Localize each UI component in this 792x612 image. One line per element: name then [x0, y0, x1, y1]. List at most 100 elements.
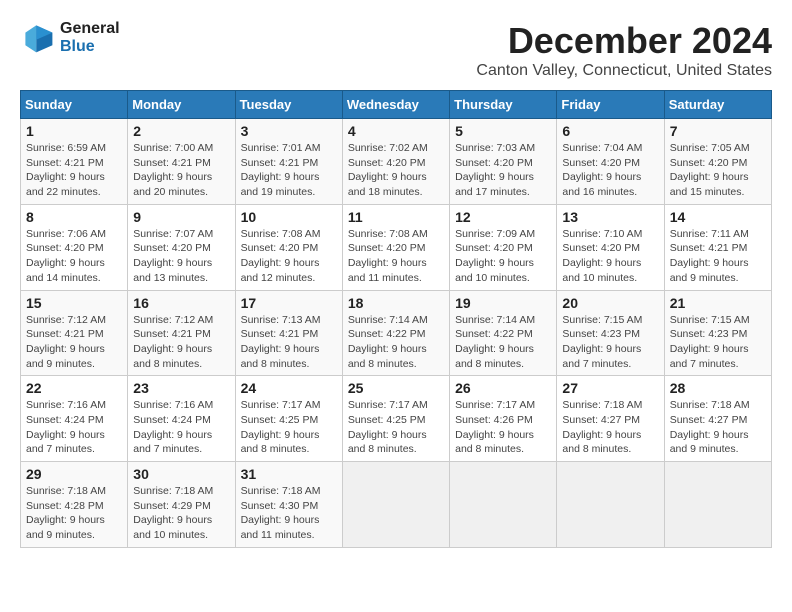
day-cell: 8 Sunrise: 7:06 AM Sunset: 4:20 PM Daylig… [21, 204, 128, 290]
day-cell: 6 Sunrise: 7:04 AM Sunset: 4:20 PM Daylig… [557, 119, 664, 205]
day-cell: 28 Sunrise: 7:18 AM Sunset: 4:27 PM Dayli… [664, 376, 771, 462]
day-number: 15 [26, 295, 122, 311]
day-info: Sunrise: 7:18 AM Sunset: 4:27 PM Dayligh… [670, 398, 766, 457]
day-info: Sunrise: 7:06 AM Sunset: 4:20 PM Dayligh… [26, 227, 122, 286]
day-info: Sunrise: 7:18 AM Sunset: 4:29 PM Dayligh… [133, 484, 229, 543]
day-cell: 27 Sunrise: 7:18 AM Sunset: 4:27 PM Dayli… [557, 376, 664, 462]
day-info: Sunrise: 7:14 AM Sunset: 4:22 PM Dayligh… [455, 313, 551, 372]
day-number: 9 [133, 209, 229, 225]
day-info: Sunrise: 7:07 AM Sunset: 4:20 PM Dayligh… [133, 227, 229, 286]
day-number: 23 [133, 380, 229, 396]
day-info: Sunrise: 7:02 AM Sunset: 4:20 PM Dayligh… [348, 141, 444, 200]
day-cell: 13 Sunrise: 7:10 AM Sunset: 4:20 PM Dayli… [557, 204, 664, 290]
day-info: Sunrise: 7:15 AM Sunset: 4:23 PM Dayligh… [562, 313, 658, 372]
day-cell: 19 Sunrise: 7:14 AM Sunset: 4:22 PM Dayli… [450, 290, 557, 376]
day-cell: 9 Sunrise: 7:07 AM Sunset: 4:20 PM Daylig… [128, 204, 235, 290]
day-cell: 5 Sunrise: 7:03 AM Sunset: 4:20 PM Daylig… [450, 119, 557, 205]
calendar-table: SundayMondayTuesdayWednesdayThursdayFrid… [20, 90, 772, 548]
day-info: Sunrise: 7:16 AM Sunset: 4:24 PM Dayligh… [133, 398, 229, 457]
day-number: 10 [241, 209, 337, 225]
day-cell [342, 462, 449, 548]
day-cell: 1Sunrise: 6:59 AM Sunset: 4:21 PM Daylig… [21, 119, 128, 205]
day-info: Sunrise: 7:08 AM Sunset: 4:20 PM Dayligh… [241, 227, 337, 286]
day-info: Sunrise: 7:10 AM Sunset: 4:20 PM Dayligh… [562, 227, 658, 286]
week-row-1: 1Sunrise: 6:59 AM Sunset: 4:21 PM Daylig… [21, 119, 772, 205]
day-cell: 7Sunrise: 7:05 AM Sunset: 4:20 PM Daylig… [664, 119, 771, 205]
header-cell-sunday: Sunday [21, 91, 128, 119]
day-cell: 15Sunrise: 7:12 AM Sunset: 4:21 PM Dayli… [21, 290, 128, 376]
day-number: 2 [133, 123, 229, 139]
week-row-3: 15 Sunrise: 7:12 AM Sunset: 4:21 PM Dayli… [21, 290, 772, 376]
day-info: Sunrise: 7:18 AM Sunset: 4:28 PM Dayligh… [26, 484, 122, 543]
day-cell: 12Sunrise: 7:09 AM Sunset: 4:20 PM Dayli… [450, 204, 557, 290]
main-title: December 2024 [476, 20, 772, 62]
day-number: 26 [455, 380, 551, 396]
day-cell: 25Sunrise: 7:17 AM Sunset: 4:25 PM Dayli… [342, 376, 449, 462]
day-info: Sunrise: 7:17 AM Sunset: 4:26 PM Dayligh… [455, 398, 551, 457]
header-cell-wednesday: Wednesday [342, 91, 449, 119]
day-info: Sunrise: 7:16 AM Sunset: 4:24 PM Dayligh… [26, 398, 122, 457]
day-number: 11 [348, 209, 444, 225]
calendar-header: SundayMondayTuesdayWednesdayThursdayFrid… [21, 91, 772, 119]
page-header: General Blue December 2024 Canton Valley… [20, 20, 772, 80]
day-info: Sunrise: 7:05 AM Sunset: 4:20 PM Dayligh… [670, 141, 766, 200]
logo-icon [20, 20, 56, 56]
day-number: 28 [670, 380, 766, 396]
day-number: 16 [133, 295, 229, 311]
day-info: Sunrise: 7:13 AM Sunset: 4:21 PM Dayligh… [241, 313, 337, 372]
day-number: 27 [562, 380, 658, 396]
week-row-5: 29 Sunrise: 7:18 AM Sunset: 4:28 PM Dayli… [21, 462, 772, 548]
day-number: 17 [241, 295, 337, 311]
day-number: 13 [562, 209, 658, 225]
day-info: Sunrise: 7:00 AM Sunset: 4:21 PM Dayligh… [133, 141, 229, 200]
day-number: 12 [455, 209, 551, 225]
day-info: Sunrise: 7:18 AM Sunset: 4:27 PM Dayligh… [562, 398, 658, 457]
calendar-body: 1Sunrise: 6:59 AM Sunset: 4:21 PM Daylig… [21, 119, 772, 548]
day-info: Sunrise: 7:03 AM Sunset: 4:20 PM Dayligh… [455, 141, 551, 200]
header-cell-saturday: Saturday [664, 91, 771, 119]
day-cell: 3Sunrise: 7:01 AM Sunset: 4:21 PM Daylig… [235, 119, 342, 205]
day-cell: 14Sunrise: 7:11 AM Sunset: 4:21 PM Dayli… [664, 204, 771, 290]
header-row: SundayMondayTuesdayWednesdayThursdayFrid… [21, 91, 772, 119]
day-cell: 2 Sunrise: 7:00 AM Sunset: 4:21 PM Daylig… [128, 119, 235, 205]
day-cell: 23 Sunrise: 7:16 AM Sunset: 4:24 PM Dayli… [128, 376, 235, 462]
day-cell [557, 462, 664, 548]
day-cell: 11Sunrise: 7:08 AM Sunset: 4:20 PM Dayli… [342, 204, 449, 290]
day-cell: 20Sunrise: 7:15 AM Sunset: 4:23 PM Dayli… [557, 290, 664, 376]
day-cell: 31Sunrise: 7:18 AM Sunset: 4:30 PM Dayli… [235, 462, 342, 548]
logo-text: General Blue [60, 20, 120, 56]
day-info: Sunrise: 7:17 AM Sunset: 4:25 PM Dayligh… [241, 398, 337, 457]
subtitle: Canton Valley, Connecticut, United State… [476, 62, 772, 80]
week-row-2: 8 Sunrise: 7:06 AM Sunset: 4:20 PM Daylig… [21, 204, 772, 290]
header-cell-monday: Monday [128, 91, 235, 119]
day-info: Sunrise: 7:14 AM Sunset: 4:22 PM Dayligh… [348, 313, 444, 372]
day-number: 6 [562, 123, 658, 139]
week-row-4: 22 Sunrise: 7:16 AM Sunset: 4:24 PM Dayli… [21, 376, 772, 462]
day-cell: 16 Sunrise: 7:12 AM Sunset: 4:21 PM Dayli… [128, 290, 235, 376]
day-number: 1 [26, 123, 122, 139]
day-number: 5 [455, 123, 551, 139]
day-info: Sunrise: 7:12 AM Sunset: 4:21 PM Dayligh… [133, 313, 229, 372]
day-number: 29 [26, 466, 122, 482]
day-cell: 30 Sunrise: 7:18 AM Sunset: 4:29 PM Dayli… [128, 462, 235, 548]
day-info: Sunrise: 7:04 AM Sunset: 4:20 PM Dayligh… [562, 141, 658, 200]
day-cell [450, 462, 557, 548]
day-cell [664, 462, 771, 548]
day-number: 21 [670, 295, 766, 311]
logo: General Blue [20, 20, 120, 56]
day-number: 30 [133, 466, 229, 482]
header-cell-tuesday: Tuesday [235, 91, 342, 119]
day-cell: 22 Sunrise: 7:16 AM Sunset: 4:24 PM Dayli… [21, 376, 128, 462]
day-cell: 10 Sunrise: 7:08 AM Sunset: 4:20 PM Dayli… [235, 204, 342, 290]
day-info: Sunrise: 7:11 AM Sunset: 4:21 PM Dayligh… [670, 227, 766, 286]
day-cell: 29 Sunrise: 7:18 AM Sunset: 4:28 PM Dayli… [21, 462, 128, 548]
day-cell: 26 Sunrise: 7:17 AM Sunset: 4:26 PM Dayli… [450, 376, 557, 462]
day-cell: 24Sunrise: 7:17 AM Sunset: 4:25 PM Dayli… [235, 376, 342, 462]
day-number: 8 [26, 209, 122, 225]
title-block: December 2024 Canton Valley, Connecticut… [476, 20, 772, 80]
day-cell: 17 Sunrise: 7:13 AM Sunset: 4:21 PM Dayli… [235, 290, 342, 376]
day-number: 22 [26, 380, 122, 396]
day-number: 31 [241, 466, 337, 482]
day-info: Sunrise: 7:15 AM Sunset: 4:23 PM Dayligh… [670, 313, 766, 372]
day-number: 19 [455, 295, 551, 311]
